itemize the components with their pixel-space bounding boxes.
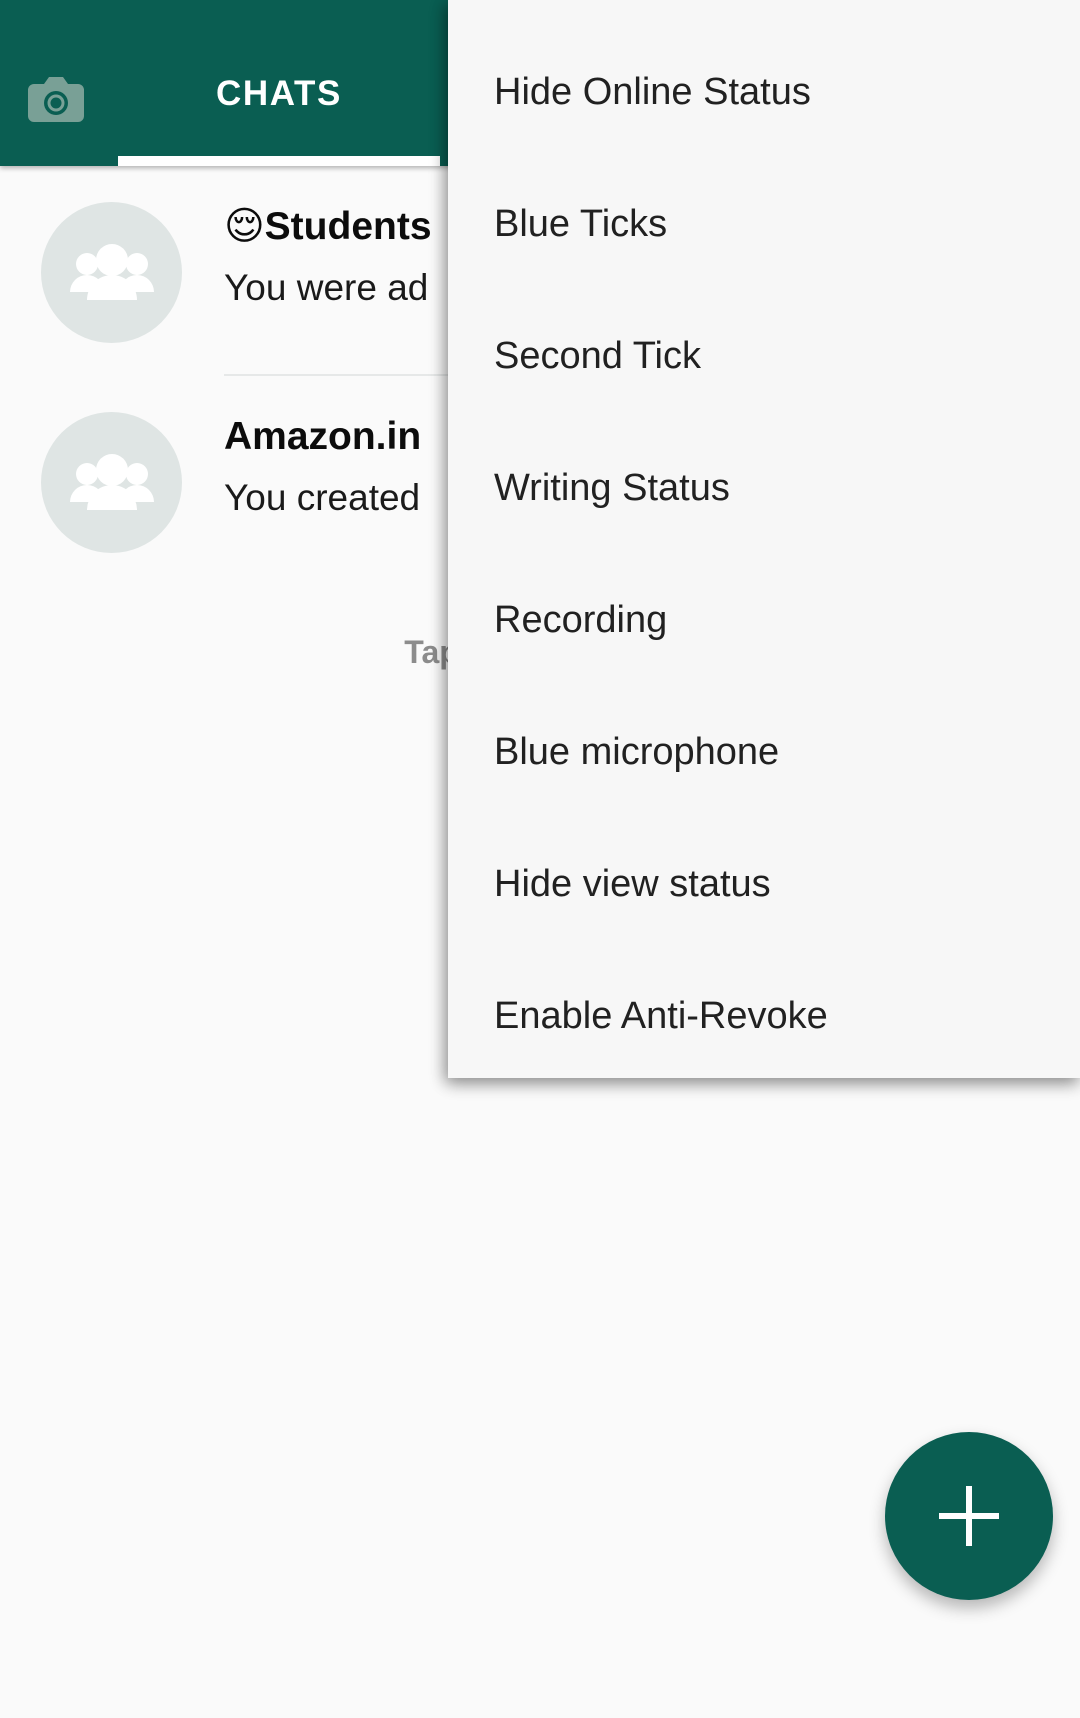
menu-item-blue-ticks[interactable]: Blue Ticks [448, 158, 1080, 290]
menu-item-label: Blue microphone [494, 730, 780, 773]
menu-item-label: Recording [494, 598, 668, 641]
menu-item-blue-microphone[interactable]: Blue microphone [448, 686, 1080, 818]
menu-item-label: Hide view status [494, 862, 771, 905]
menu-item-label: Hide Online Status [494, 70, 811, 113]
relieved-face-emoji: 😌 [224, 204, 265, 249]
group-avatar-icon [41, 202, 182, 343]
chat-item-title-text: Amazon.in [224, 415, 422, 458]
menu-item-label: Second Tick [494, 334, 701, 377]
app-root: CHATS 😌Students You were ad Amazon.in Yo… [0, 0, 1080, 1718]
new-chat-fab[interactable] [885, 1432, 1053, 1600]
menu-item-label: Enable Anti-Revoke [494, 994, 828, 1037]
menu-item-recording[interactable]: Recording [448, 554, 1080, 686]
menu-item-hide-view-status[interactable]: Hide view status [448, 818, 1080, 950]
menu-item-label: Writing Status [494, 466, 730, 509]
overflow-popup-menu: Hide Online Status Blue Ticks Second Tic… [448, 0, 1080, 1078]
plus-icon-bar [939, 1513, 999, 1519]
chat-item-title-text: Students [264, 205, 432, 248]
menu-item-second-tick[interactable]: Second Tick [448, 290, 1080, 422]
menu-item-enable-anti-revoke[interactable]: Enable Anti-Revoke [448, 950, 1080, 1082]
tab-chats[interactable]: CHATS [108, 60, 450, 166]
tab-chats-label: CHATS [216, 74, 342, 113]
camera-icon[interactable] [28, 74, 84, 124]
menu-item-label: Blue Ticks [494, 202, 668, 245]
tab-selected-indicator [118, 156, 440, 166]
menu-item-writing-status[interactable]: Writing Status [448, 422, 1080, 554]
menu-item-hide-online-status[interactable]: Hide Online Status [448, 26, 1080, 158]
group-avatar-icon [41, 412, 182, 553]
